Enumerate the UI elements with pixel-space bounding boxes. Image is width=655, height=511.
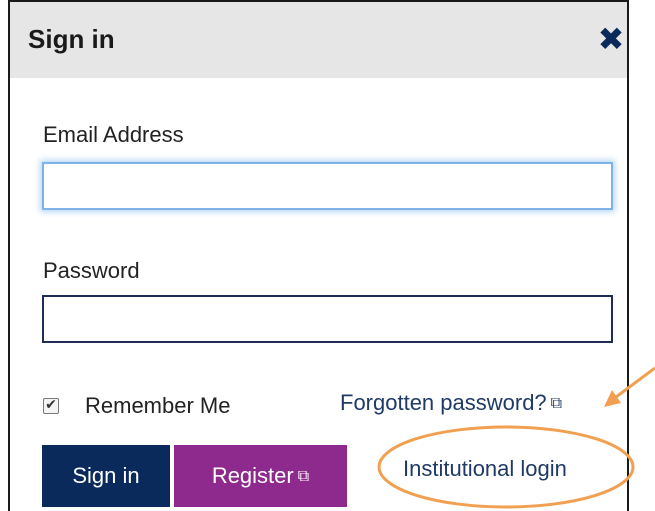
dialog-title: Sign in bbox=[28, 24, 115, 54]
forgotten-password-label: Forgotten password? bbox=[340, 390, 547, 415]
password-field[interactable] bbox=[42, 295, 613, 343]
remember-me-checkbox[interactable]: ✔ bbox=[43, 397, 59, 414]
register-button[interactable]: Register ⧉ bbox=[174, 445, 347, 507]
sign-in-button[interactable]: Sign in bbox=[42, 445, 170, 507]
checkmark-icon: ✔ bbox=[45, 397, 57, 413]
institutional-login-link[interactable]: Institutional login bbox=[403, 455, 567, 483]
email-field[interactable] bbox=[42, 162, 613, 210]
remember-me[interactable]: ✔ Remember Me bbox=[43, 392, 230, 420]
close-icon[interactable]: ✖ bbox=[595, 23, 627, 55]
sign-in-dialog: Sign in ✖ Email Address Password ✔ Remem… bbox=[8, 0, 629, 511]
forgotten-password-link[interactable]: Forgotten password? ⧉ bbox=[340, 389, 562, 417]
external-link-icon: ⧉ bbox=[550, 393, 563, 412]
dialog-header: Sign in ✖ bbox=[10, 2, 627, 78]
sign-in-button-label: Sign in bbox=[72, 463, 140, 488]
password-label: Password bbox=[43, 258, 140, 283]
remember-me-label: Remember Me bbox=[85, 393, 231, 418]
external-link-icon: ⧉ bbox=[297, 466, 310, 485]
email-label: Email Address bbox=[43, 122, 184, 147]
register-button-label: Register bbox=[211, 463, 294, 488]
